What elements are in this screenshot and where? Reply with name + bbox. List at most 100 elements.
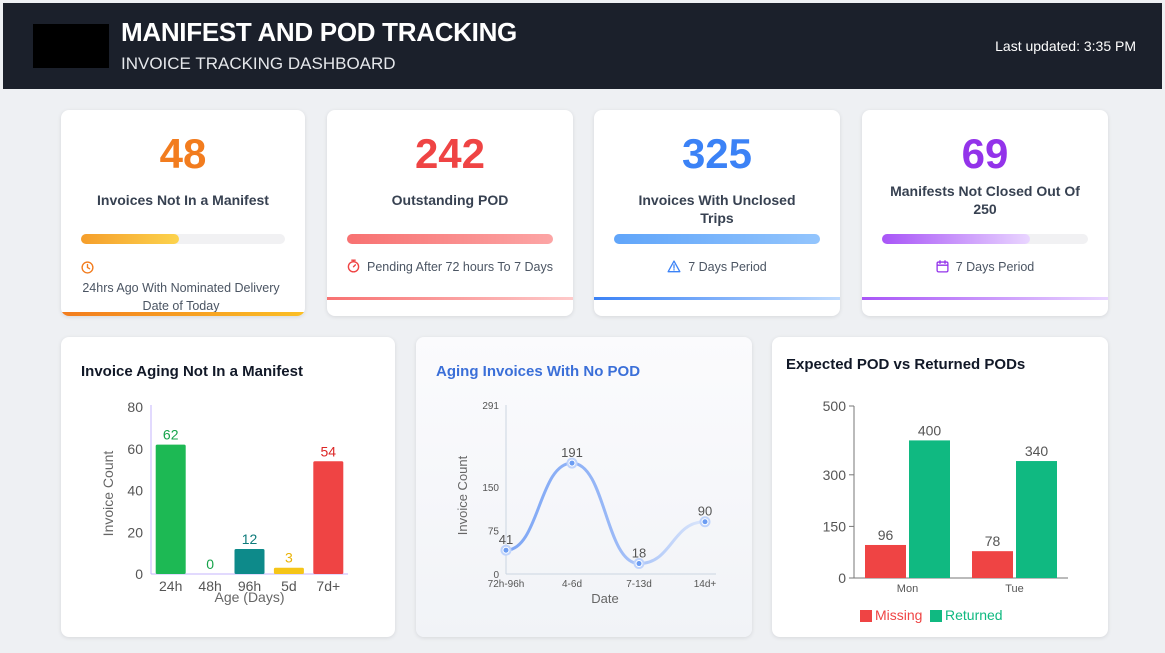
data-point-center xyxy=(702,519,708,525)
x-axis-label: Age (Days) xyxy=(214,589,284,605)
legend-label-missing: Missing xyxy=(875,607,922,623)
y-tick-label: 20 xyxy=(127,524,143,540)
dashboard-header: MANIFEST AND POD TRACKING INVOICE TRACKI… xyxy=(3,3,1162,89)
data-label: 12 xyxy=(242,531,258,547)
kpi-accent-line xyxy=(327,297,573,300)
kpi-accent-line xyxy=(594,297,840,300)
clock-icon xyxy=(81,261,94,279)
kpi-accent-line xyxy=(61,312,305,316)
calendar-icon xyxy=(936,260,949,278)
chart-panel-expected-vs-returned: Expected POD vs Returned PODs 0 150 300 500… xyxy=(772,337,1108,637)
y-tick-label: 0 xyxy=(838,570,846,586)
kpi-note: Pending After 72 hours To 7 Days xyxy=(347,258,553,278)
bar xyxy=(234,548,265,574)
y-tick-label: 0 xyxy=(135,566,143,582)
data-label: 191 xyxy=(561,445,583,460)
y-tick-label: 40 xyxy=(127,483,143,499)
kpi-value: 69 xyxy=(961,130,1009,177)
y-tick-label: 291 xyxy=(482,401,499,412)
kpi-value: 325 xyxy=(681,130,753,177)
kpi-card-invoices-not-in-manifest[interactable]: 48 Invoices Not In a Manifest 24hrs Ago … xyxy=(61,110,305,316)
aging-manifest-bar-chart: 0204060806224h048h1296h35d547d+Age (Days… xyxy=(100,399,348,605)
kpi-note: 7 Days Period xyxy=(882,258,1088,278)
legend-label-returned: Returned xyxy=(945,607,1003,623)
kpi-note-text: 7 Days Period xyxy=(688,260,767,274)
data-label: 41 xyxy=(499,532,513,547)
kpi-value: 48 xyxy=(159,130,207,177)
x-tick-label: Mon xyxy=(897,583,918,595)
data-label: 96 xyxy=(878,527,894,543)
y-tick-label: 80 xyxy=(127,399,143,415)
expected-vs-returned-bar-chart: 0 150 300 500 96 400 Mon 78 340 Tue Missing Returne… xyxy=(823,398,1068,623)
kpi-progress-fill xyxy=(81,234,179,244)
kpi-progress-fill xyxy=(882,234,1031,244)
kpi-note-text: 24hrs Ago With Nominated Delivery Date o… xyxy=(82,281,280,313)
kpi-label: Outstanding POD xyxy=(391,192,509,208)
data-label: 90 xyxy=(698,504,712,519)
aging-pod-line-chart: 0751502914172h-96h1914-6d187-13d9014d+Da… xyxy=(455,401,717,606)
kpi-note: 7 Days Period xyxy=(614,258,820,278)
kpi-progress-fill xyxy=(614,234,820,244)
data-point-center xyxy=(503,547,509,553)
x-tick-label: 7d+ xyxy=(316,578,340,594)
x-tick-label: 4-6d xyxy=(562,579,582,590)
data-label: 18 xyxy=(632,546,646,561)
kpi-progress-track xyxy=(347,234,553,244)
data-point-center xyxy=(636,561,642,567)
kpi-progress-fill xyxy=(347,234,553,244)
bar-returned xyxy=(1016,461,1057,578)
warning-triangle-icon xyxy=(667,260,681,278)
kpi-accent-line xyxy=(862,297,1108,300)
data-label: 78 xyxy=(985,533,1001,549)
bar xyxy=(155,444,186,574)
x-tick-label: Tue xyxy=(1005,583,1024,595)
kpi-note-text: Pending After 72 hours To 7 Days xyxy=(367,260,553,274)
bar-missing xyxy=(972,551,1013,578)
data-label: 62 xyxy=(163,427,179,443)
page-title: MANIFEST AND POD TRACKING xyxy=(121,17,517,47)
y-tick-label: 300 xyxy=(823,467,847,483)
y-tick-label: 75 xyxy=(488,526,500,537)
x-tick-label: 72h-96h xyxy=(488,579,525,590)
kpi-card-manifests-not-closed[interactable]: 69 Manifests Not Closed Out Of 250 7 Day… xyxy=(862,110,1108,316)
kpi-progress-track xyxy=(81,234,285,244)
company-logo xyxy=(33,24,109,68)
stopwatch-icon xyxy=(347,259,360,278)
y-tick-label: 150 xyxy=(823,518,847,534)
kpi-value: 242 xyxy=(414,130,486,177)
y-axis-label: Invoice Count xyxy=(100,451,116,537)
kpi-progress-track xyxy=(882,234,1088,244)
page-subtitle: INVOICE TRACKING DASHBOARD xyxy=(121,54,396,73)
x-tick-label: 14d+ xyxy=(694,579,717,590)
x-tick-label: 7-13d xyxy=(626,579,652,590)
y-tick-label: 150 xyxy=(482,483,499,494)
series-line xyxy=(504,461,707,566)
kpi-label: Invoices With Unclosed Trips xyxy=(638,192,796,226)
chart-panel-aging-manifest: Invoice Aging Not In a Manifest 0 20 40 60 8… xyxy=(61,337,395,637)
bar-returned xyxy=(909,440,950,578)
y-tick-label: 60 xyxy=(127,441,143,457)
y-axis-label: Invoice Count xyxy=(455,455,470,535)
bar xyxy=(273,567,304,574)
kpi-card-unclosed-trips[interactable]: 325 Invoices With Unclosed Trips 7 Days … xyxy=(594,110,840,316)
kpi-label: Manifests Not Closed Out Of 250 xyxy=(890,183,1080,217)
kpi-card-outstanding-pod[interactable]: 242 Outstanding POD Pending After 72 hou… xyxy=(327,110,573,316)
bar xyxy=(313,461,344,574)
kpi-note: 24hrs Ago With Nominated Delivery Date o… xyxy=(81,258,285,315)
legend-swatch-returned xyxy=(930,610,942,622)
y-tick-label: 500 xyxy=(823,398,847,414)
legend-swatch-missing xyxy=(860,610,872,622)
bar-missing xyxy=(865,544,906,578)
data-label: 0 xyxy=(206,556,214,572)
data-label: 400 xyxy=(918,422,942,438)
chart-panel-aging-pod: Aging Invoices With No POD 0 75 150 291 41 72… xyxy=(416,337,752,637)
kpi-label: Invoices Not In a Manifest xyxy=(97,192,269,208)
x-tick-label: 24h xyxy=(159,578,182,594)
data-label: 3 xyxy=(285,550,293,566)
data-label: 54 xyxy=(321,443,337,459)
kpi-note-text: 7 Days Period xyxy=(955,260,1035,274)
kpi-progress-track xyxy=(614,234,820,244)
last-updated-text: Last updated: 3:35 PM xyxy=(995,38,1136,54)
x-axis-label: Date xyxy=(591,591,618,606)
data-point-center xyxy=(569,460,575,466)
